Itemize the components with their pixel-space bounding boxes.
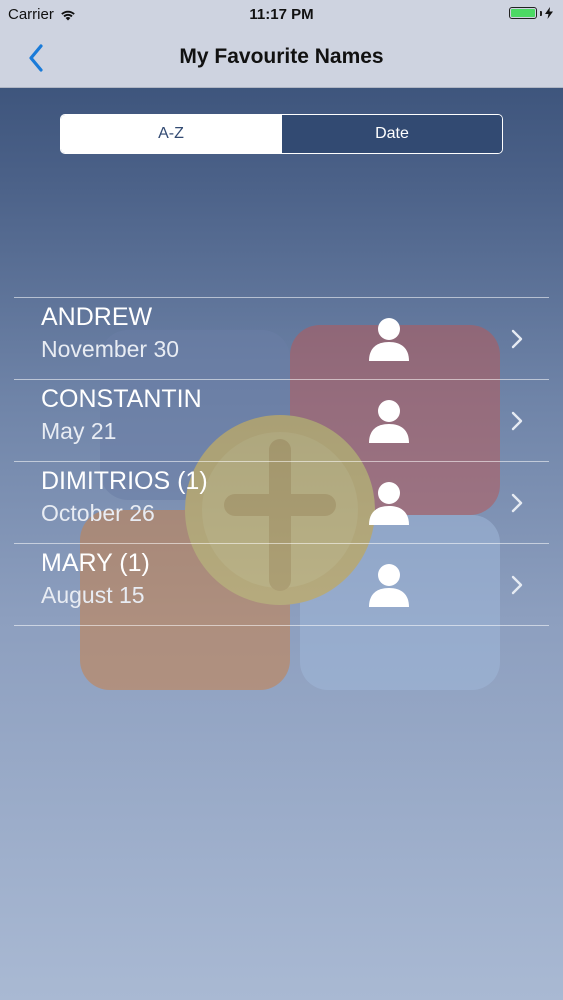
- list-item[interactable]: ANDREW November 30: [14, 297, 549, 379]
- nameday-date-label: May 21: [41, 418, 117, 444]
- status-bar: Carrier 11:17 PM: [0, 0, 563, 30]
- battery-icon: [509, 7, 553, 19]
- navigation-bar: My Favourite Names: [0, 30, 563, 88]
- name-label: ANDREW: [41, 303, 153, 331]
- name-label: CONSTANTIN: [41, 385, 202, 413]
- name-label: DIMITRIOS (1): [41, 467, 208, 495]
- list-item[interactable]: CONSTANTIN May 21: [14, 379, 549, 461]
- chevron-right-icon: [511, 493, 523, 513]
- charging-bolt-icon: [545, 7, 553, 19]
- list-item[interactable]: MARY (1) August 15: [14, 543, 549, 626]
- chevron-right-icon: [511, 411, 523, 431]
- chevron-right-icon: [511, 329, 523, 349]
- person-icon: [369, 482, 409, 525]
- favourite-names-list: ANDREW November 30 CONSTANTIN May 21 DIM…: [14, 297, 549, 626]
- nameday-date-label: November 30: [41, 336, 180, 362]
- person-icon: [369, 564, 409, 607]
- person-icon: [369, 400, 409, 443]
- nameday-date-label: August 15: [41, 582, 145, 608]
- status-time: 11:17 PM: [249, 6, 314, 23]
- segment-az[interactable]: A-Z: [61, 115, 281, 153]
- nameday-date-label: October 26: [41, 500, 155, 526]
- sort-segmented-control: A-Z Date: [60, 114, 503, 154]
- chevron-right-icon: [511, 575, 523, 595]
- list-item[interactable]: DIMITRIOS (1) October 26: [14, 461, 549, 543]
- page-title: My Favourite Names: [179, 45, 384, 68]
- person-icon: [369, 318, 409, 361]
- name-label: MARY (1): [41, 549, 150, 577]
- segment-date[interactable]: Date: [281, 115, 502, 153]
